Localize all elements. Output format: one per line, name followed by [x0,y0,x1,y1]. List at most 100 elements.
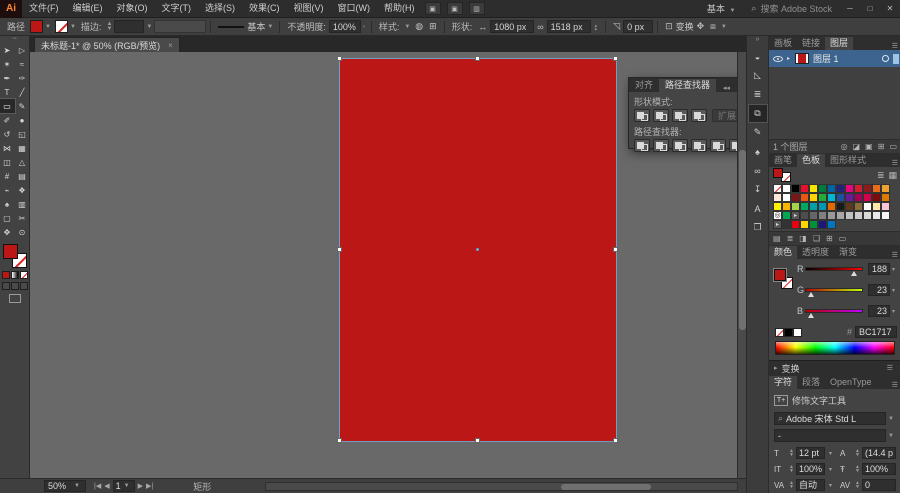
first-artboard-icon[interactable]: |◀ [94,482,101,490]
vertical-scale-field-value[interactable]: 100% [795,463,825,475]
pencil-tool[interactable]: ✐ [0,113,15,127]
color-tab-2[interactable]: 渐变 [834,246,862,259]
shape-mode-intersect-button[interactable] [672,109,688,122]
shape-mode-minus-front-button[interactable] [653,109,669,122]
fill-stroke-widget[interactable] [2,244,27,268]
menu-item-3[interactable]: 文字(T) [155,0,199,17]
transform-panel-header[interactable]: ▸ 变换 ☰ [769,360,900,375]
color-button[interactable] [1,271,10,279]
paintbrush-tool[interactable]: ✎ [15,99,30,113]
blob-brush-tool[interactable]: ● [15,113,30,127]
delete-swatch-icon[interactable]: ▭ [839,234,847,243]
swatch[interactable] [800,211,809,220]
color-guide-icon[interactable]: ◺ [749,67,767,84]
menu-item-5[interactable]: 效果(C) [242,0,287,17]
pathfinder-crop-button[interactable] [691,139,707,152]
mesh-tool[interactable]: # [0,169,15,183]
swatch[interactable] [791,220,800,229]
stepper-icon[interactable]: ▲ ▼ [855,481,860,490]
lasso-tool[interactable]: ≈ [15,57,30,71]
character-panel-menu-icon[interactable]: ☰ [889,381,900,389]
hex-field[interactable]: BC1717 [855,326,897,338]
draw-normal-button[interactable] [1,282,10,290]
pathfinder-divide-button[interactable] [634,139,650,152]
swatch[interactable] [809,211,818,220]
swatch[interactable] [818,211,827,220]
tab-align[interactable]: 对齐 [629,79,659,92]
menu-item-7[interactable]: 窗口(W) [331,0,378,17]
swatch[interactable] [863,211,872,220]
menu-item-0[interactable]: 文件(F) [22,0,66,17]
stock-button[interactable]: ▣ [446,2,463,15]
stroke-weight-field[interactable] [114,20,145,33]
shape-builder-tool[interactable]: ◫ [0,155,15,169]
color-panel-menu-icon[interactable]: ☰ [889,251,900,259]
expand-layer-icon[interactable]: ▸ [787,55,795,62]
swatch[interactable] [773,193,782,202]
arrange-documents-button[interactable]: ▥ [468,2,485,15]
swatch[interactable] [881,193,890,202]
swatch[interactable] [818,202,827,211]
panel-menu-icon[interactable]: ☰ [884,364,896,372]
swatch[interactable] [773,184,782,193]
artboard-number-field[interactable]: 1 ▼ [112,480,135,492]
rotate-tool[interactable]: ↺ [0,127,15,141]
color-fill-stroke-proxy[interactable] [773,268,793,289]
swatches-tab-0[interactable]: 画笔 [769,154,797,167]
panel-grip[interactable]: ▪▪ [0,36,29,43]
leading-field[interactable]: A▲▼(14.4 p▾ [840,447,900,459]
make-mask-icon[interactable]: ◪ [853,142,861,151]
vertical-scale-field[interactable]: IT ▲ ▼ 100% ▾ [774,463,832,475]
swatch[interactable] [791,193,800,202]
list-view-icon[interactable]: ≣ [877,170,885,181]
swatch[interactable] [836,184,845,193]
minimize-button[interactable]: ─ [840,0,860,17]
selection-tool[interactable]: ➤ [0,43,15,57]
pathfinder-trim-button[interactable] [653,139,669,152]
next-artboard-icon[interactable]: ▶ [138,482,143,490]
pathfinder-outline-button[interactable] [710,139,726,152]
gradient-button[interactable] [10,271,19,279]
slider-value-field[interactable]: 188 [868,263,890,275]
swatch[interactable] [818,193,827,202]
menu-item-2[interactable]: 对象(O) [110,0,155,17]
tracking-field[interactable]: AV▲▼0▾ [840,479,900,491]
align-objects-icon[interactable]: ✥ [697,21,705,32]
collapse-icon[interactable]: ◂◂ [719,84,734,92]
swatch[interactable] [827,193,836,202]
target-circle-icon[interactable] [882,55,889,62]
shape-height-field[interactable]: 1518 px [546,20,591,33]
eyedropper-tool[interactable]: ⌁ [0,183,15,197]
swatch[interactable] [845,202,854,211]
swatch[interactable] [863,193,872,202]
touch-type-button[interactable]: T+ 修饰文字工具 [774,394,896,407]
swatch[interactable] [800,193,809,202]
swatch-options-icon[interactable]: ◨ [799,234,807,243]
swatch[interactable] [845,184,854,193]
perspective-grid-tool[interactable]: △ [15,155,30,169]
shape-width-field[interactable]: 1080 px [490,20,535,33]
magic-wand-tool[interactable]: ✶ [0,57,15,71]
symbol-sprayer-tool[interactable]: ♠ [0,197,15,211]
menu-item-6[interactable]: 视图(V) [287,0,331,17]
pen-tool[interactable]: ✒ [0,71,15,85]
slider-marker[interactable] [808,292,815,297]
swatches-panel-menu-icon[interactable]: ☰ [889,159,900,167]
pathfinder-minus-back-button[interactable] [729,139,737,152]
pathfinder-panel-icon[interactable]: ⧉ [747,104,768,123]
character-tab-2[interactable]: OpenType [825,376,877,389]
font-size-field[interactable]: T ▲ ▼ 12 pt ▾ [774,447,832,459]
kerning-field-value[interactable]: 自动 [795,479,825,491]
swatch[interactable] [854,211,863,220]
swatch[interactable] [863,202,872,211]
swatch[interactable] [872,202,881,211]
swatch[interactable]: ▸ [773,220,782,229]
zoom-level-dropdown[interactable]: 50% ▼ [44,480,86,492]
swatch[interactable] [881,184,890,193]
swatch[interactable] [836,193,845,202]
shape-mode-exclude-button[interactable] [691,109,707,122]
fill-proxy[interactable] [2,244,18,259]
align-grid-icon[interactable]: ⊞ [429,21,437,32]
swatch[interactable] [809,220,818,229]
swatch[interactable] [773,202,782,211]
